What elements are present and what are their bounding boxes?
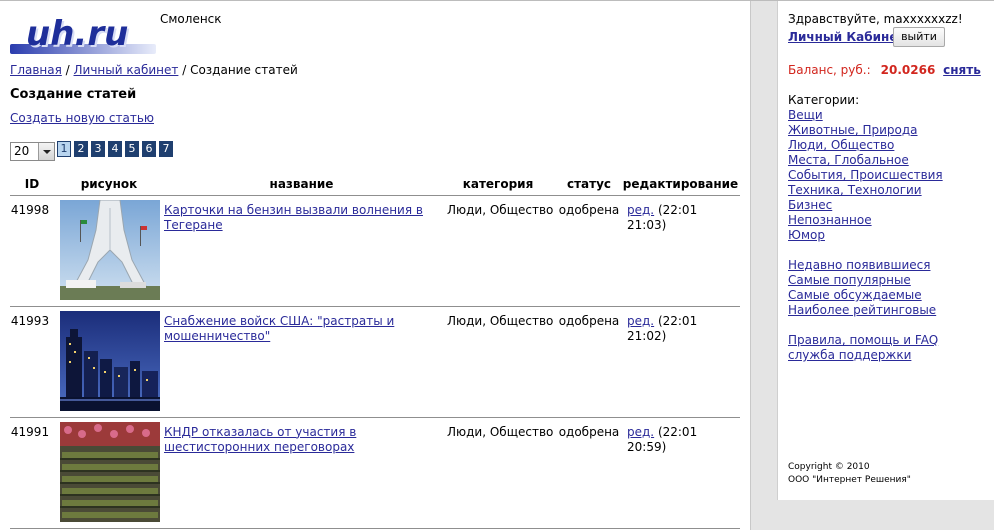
company-name: ООО "Интернет Решения" xyxy=(788,475,911,485)
article-id: 41993 xyxy=(10,306,54,418)
per-page-select[interactable]: 20 xyxy=(10,142,55,161)
article-id: 41991 xyxy=(10,417,54,529)
breadcrumb-sep: / xyxy=(61,63,74,77)
city-night-photo[interactable] xyxy=(60,310,160,411)
breadcrumb-sep: / xyxy=(178,63,191,77)
article-category: Люди, Общество xyxy=(439,417,557,529)
category-link[interactable]: Вещи xyxy=(788,108,943,123)
page-button-7[interactable]: 7 xyxy=(159,141,173,157)
article-category: Люди, Общество xyxy=(439,306,557,418)
edit-link[interactable]: ред. xyxy=(627,203,654,217)
per-page-value: 20 xyxy=(14,144,30,158)
popular-link[interactable]: Самые популярные xyxy=(788,273,936,288)
breadcrumb-cabinet[interactable]: Личный кабинет xyxy=(74,63,179,77)
chevron-down-icon[interactable] xyxy=(38,143,54,160)
copyright-text: Copyright © 2010 xyxy=(788,462,870,472)
breadcrumb-current: Создание статей xyxy=(190,63,298,77)
faq-link[interactable]: Правила, помощь и FAQ xyxy=(788,333,938,348)
support-link[interactable]: служба поддержки xyxy=(788,348,938,363)
table-row: 41993 Снабжение войск США: "растраты и м… xyxy=(10,306,740,418)
city-label: Смоленск xyxy=(160,12,222,26)
sidebar-footer-gap xyxy=(777,500,994,530)
logo-text: uh.ru xyxy=(26,14,128,54)
balance-label: Баланс, руб.: xyxy=(788,63,871,77)
category-link[interactable]: События, Происшествия xyxy=(788,168,943,183)
tower-photo[interactable] xyxy=(60,199,160,300)
personal-cabinet-link[interactable]: Личный Кабинет xyxy=(788,30,904,44)
gutter xyxy=(751,1,777,530)
page-button-1[interactable]: 1 xyxy=(57,141,71,157)
article-status: одобрена xyxy=(557,417,621,529)
page-button-3[interactable]: 3 xyxy=(91,141,105,157)
category-link[interactable]: Непознанное xyxy=(788,213,943,228)
column-header-category: категория xyxy=(439,173,557,196)
edit-link[interactable]: ред. xyxy=(627,425,654,439)
site-logo[interactable]: uh.ru uh.ru xyxy=(10,14,156,58)
category-link[interactable]: Люди, Общество xyxy=(788,138,943,153)
categories-title: Категории: xyxy=(788,93,860,107)
article-status: одобрена xyxy=(557,306,621,418)
discussed-link[interactable]: Самые обсуждаемые xyxy=(788,288,936,303)
page-button-2[interactable]: 2 xyxy=(74,141,88,157)
balance-value: 20.0266 xyxy=(880,63,936,77)
column-header-edit: редактирование xyxy=(621,173,740,196)
withdraw-link[interactable]: снять xyxy=(943,63,981,77)
page-button-5[interactable]: 5 xyxy=(125,141,139,157)
category-link[interactable]: Юмор xyxy=(788,228,943,243)
help-links: Правила, помощь и FAQ служба поддержки xyxy=(788,333,938,363)
category-link[interactable]: Техника, Технологии xyxy=(788,183,943,198)
article-title-link[interactable]: КНДР отказалась от участия в шестисторон… xyxy=(164,425,356,454)
page-title: Создание статей xyxy=(10,87,137,102)
copyright: Copyright © 2010 ООО "Интернет Решения" xyxy=(788,461,911,487)
category-link[interactable]: Места, Глобальное xyxy=(788,153,943,168)
article-id: 41998 xyxy=(10,195,54,307)
categories-list: Категории: Вещи Животные, Природа Люди, … xyxy=(788,93,943,243)
article-category: Люди, Общество xyxy=(439,195,557,307)
table-row: 41998 Карточки на бензин вызвали волнени… xyxy=(10,195,740,307)
category-link[interactable]: Бизнес xyxy=(788,198,943,213)
top-rated-link[interactable]: Наиболее рейтинговые xyxy=(788,303,936,318)
edit-link[interactable]: ред. xyxy=(627,314,654,328)
article-title-link[interactable]: Снабжение войск США: "растраты и мошенни… xyxy=(164,314,394,343)
column-header-status: статус xyxy=(557,173,621,196)
logout-button[interactable]: выйти xyxy=(893,27,945,47)
create-article-link[interactable]: Создать новую статью xyxy=(10,111,154,125)
column-header-id: ID xyxy=(10,173,54,196)
column-header-picture: рисунок xyxy=(54,173,164,196)
page-button-6[interactable]: 6 xyxy=(142,141,156,157)
breadcrumb: Главная / Личный кабинет / Создание стат… xyxy=(10,63,298,77)
greeting: Здравствуйте, maxxxxxxzz! xyxy=(788,12,963,26)
rating-links: Недавно появившиеся Самые популярные Сам… xyxy=(788,258,936,318)
category-link[interactable]: Животные, Природа xyxy=(788,123,943,138)
table-row: 41991 КНДР отказалась от участия в шести… xyxy=(10,417,740,529)
page-button-4[interactable]: 4 xyxy=(108,141,122,157)
articles-table: ID рисунок название категория статус ред… xyxy=(10,173,740,529)
pagination: 1 2 3 4 5 6 7 xyxy=(57,141,173,157)
balance: Баланс, руб.: 20.0266 снять xyxy=(788,63,981,77)
article-status: одобрена xyxy=(557,195,621,307)
table-header-row: ID рисунок название категория статус ред… xyxy=(10,173,740,196)
recent-link[interactable]: Недавно появившиеся xyxy=(788,258,936,273)
breadcrumb-home[interactable]: Главная xyxy=(10,63,62,77)
parade-photo[interactable] xyxy=(60,421,160,522)
article-title-link[interactable]: Карточки на бензин вызвали волнения в Те… xyxy=(164,203,423,232)
column-header-name: название xyxy=(164,173,439,196)
